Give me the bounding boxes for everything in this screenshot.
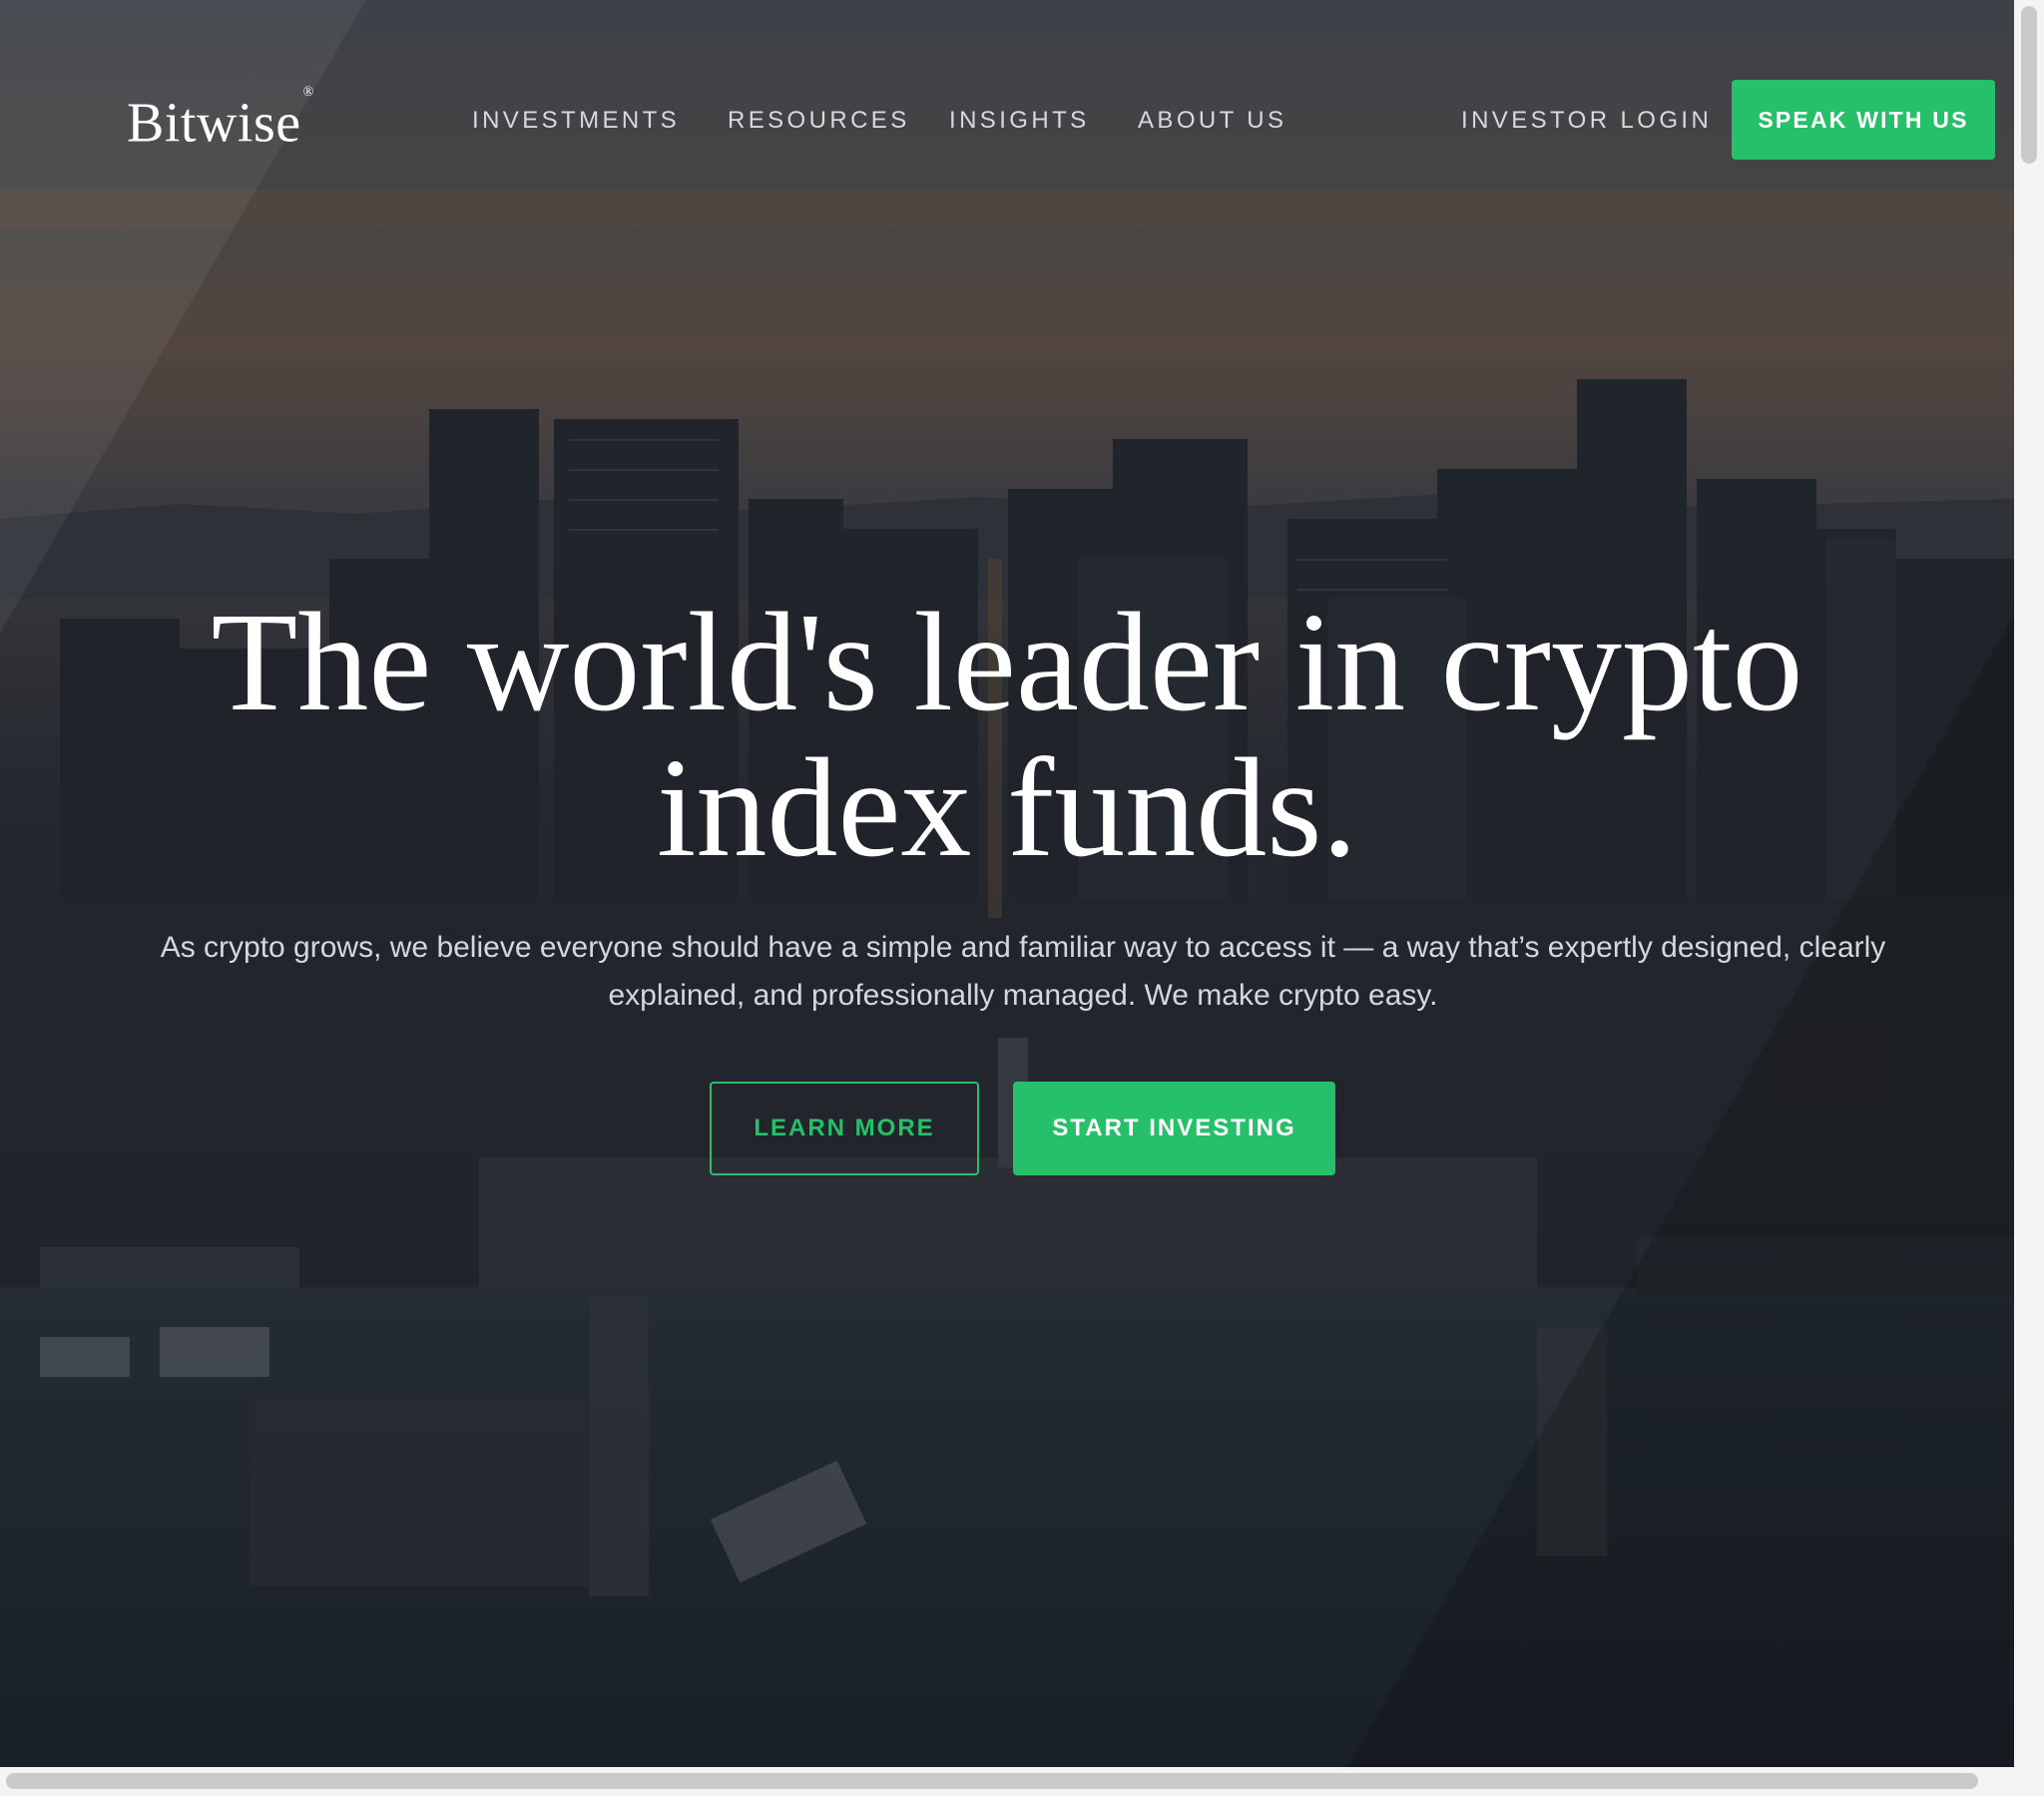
hero-title: The world's leader in crypto index funds…	[211, 583, 1803, 886]
horizontal-scrollbar-thumb[interactable]	[6, 1773, 1978, 1789]
registered-mark: ®	[302, 85, 314, 100]
speak-with-us-button[interactable]: SPEAK WITH US	[1732, 80, 1995, 160]
hero-subtitle: As crypto grows, we believe everyone sho…	[160, 931, 1886, 1012]
learn-more-button[interactable]: LEARN MORE	[710, 1082, 979, 1175]
vertical-scrollbar-thumb[interactable]	[2021, 6, 2037, 164]
vertical-scrollbar-track[interactable]	[2014, 0, 2044, 1796]
nav-item-insights[interactable]: INSIGHTS	[949, 103, 1090, 139]
page-viewport: Bitwise® INVESTMENTS RESOURCES INSIGHTS …	[0, 0, 2014, 1767]
logo-text: Bitwise	[127, 92, 301, 155]
bitwise-logo[interactable]: Bitwise®	[127, 84, 314, 159]
investor-login-link[interactable]: INVESTOR LOGIN	[1461, 103, 1712, 139]
nav-item-about-us[interactable]: ABOUT US	[1138, 103, 1286, 139]
site-header: Bitwise® INVESTMENTS RESOURCES INSIGHTS …	[0, 0, 2014, 239]
nav-item-investments[interactable]: INVESTMENTS	[472, 103, 680, 139]
start-investing-button[interactable]: START INVESTING	[1013, 1082, 1335, 1175]
nav-item-resources[interactable]: RESOURCES	[728, 103, 910, 139]
